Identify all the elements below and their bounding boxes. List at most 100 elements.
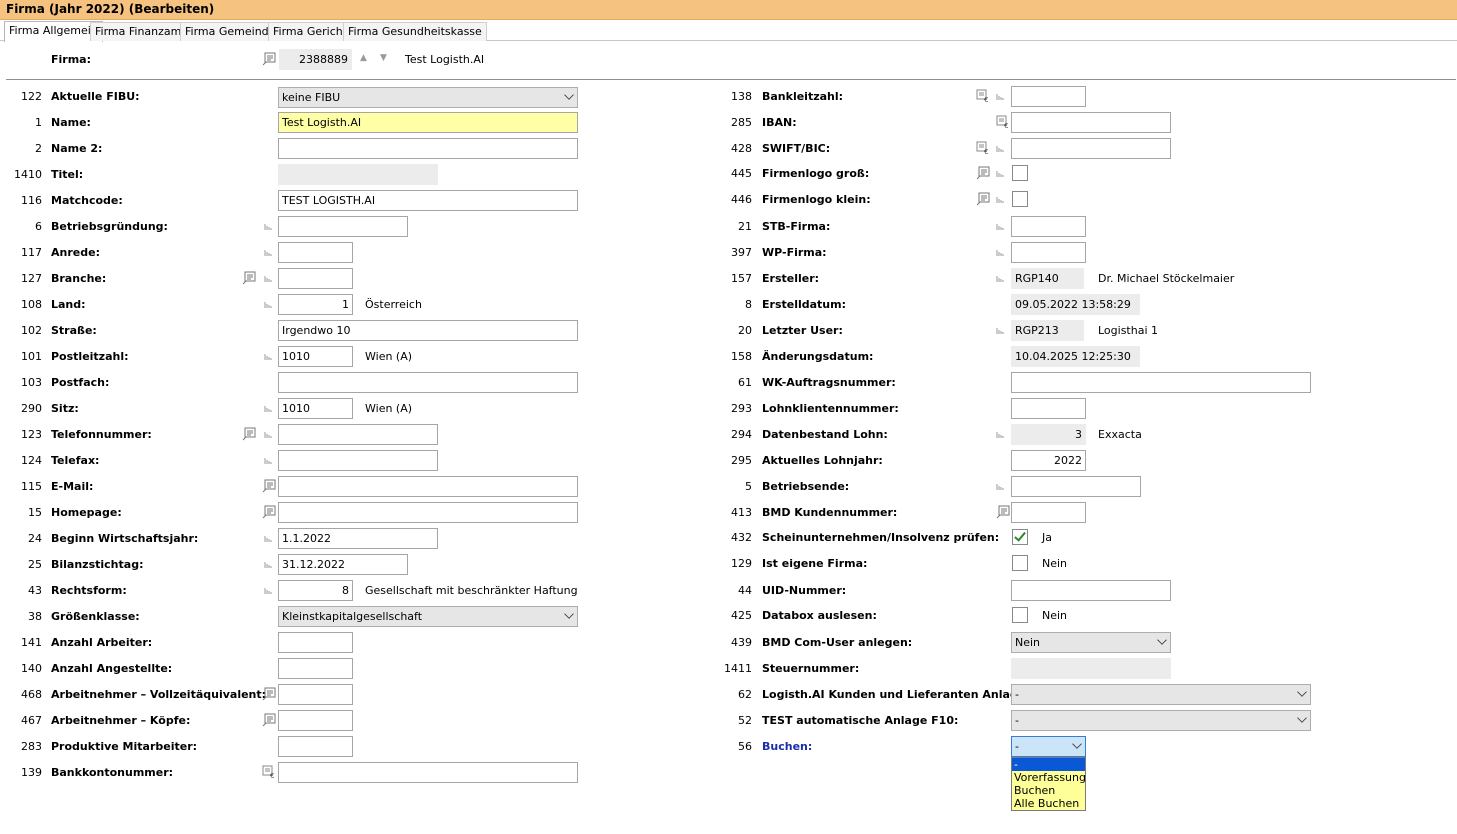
label-aktuelles-lohnjahr: Aktuelles Lohnjahr: — [762, 454, 883, 467]
bars-icon — [264, 405, 272, 413]
header-divider — [6, 79, 1456, 80]
anzahl-arbeiter-field[interactable] — [278, 632, 353, 653]
letzter-user-field[interactable]: RGP213 — [1011, 320, 1084, 341]
aktuelle-fibu-select[interactable]: keine FIBU — [278, 87, 578, 108]
field-number: 1410 — [14, 168, 42, 181]
kunden-lieferanten-anlage-value: - — [1015, 688, 1019, 701]
bank-euro-icon[interactable]: € — [996, 115, 1010, 129]
bankleitzahl-field[interactable] — [1011, 86, 1086, 107]
telefonnummer-field[interactable] — [278, 424, 438, 445]
homepage-field[interactable] — [278, 502, 578, 523]
field-number: 129 — [731, 557, 752, 570]
lookup-icon[interactable] — [996, 505, 1010, 519]
arbeitnehmer-vzae-field[interactable] — [278, 684, 353, 705]
bank-euro-icon[interactable]: € — [976, 141, 990, 155]
groessenklasse-select[interactable]: Kleinstkapitalgesellschaft — [278, 606, 578, 627]
databox-auslesen-checkbox[interactable] — [1012, 607, 1028, 623]
lookup-icon[interactable] — [262, 713, 276, 727]
scheinunternehmen-checkbox[interactable] — [1012, 529, 1028, 545]
field-number: 20 — [738, 324, 752, 337]
name-field[interactable]: Test Logisth.AI — [278, 112, 578, 133]
bmd-com-user-value: Nein — [1015, 636, 1041, 649]
dropdown-option[interactable]: Vorerfassung — [1012, 771, 1086, 784]
bars-icon — [996, 196, 1004, 204]
postfach-field[interactable] — [278, 372, 578, 393]
lookup-icon[interactable] — [262, 52, 276, 66]
firma-number-field[interactable]: 2388889 — [279, 49, 352, 70]
spin-up-icon[interactable]: ▲ — [360, 53, 367, 63]
letzter-user-description: Logisthai 1 — [1098, 324, 1159, 337]
ist-eigene-firma-checkbox[interactable] — [1012, 555, 1028, 571]
lookup-icon[interactable] — [262, 505, 276, 519]
lookup-icon[interactable] — [242, 271, 256, 285]
lohnklientennummer-field[interactable] — [1011, 398, 1086, 419]
dropdown-option[interactable]: Buchen — [1012, 784, 1085, 797]
land-field[interactable]: 1 — [278, 294, 353, 315]
label-postleitzahl: Postleitzahl: — [51, 350, 129, 363]
field-number: 295 — [731, 454, 752, 467]
lookup-icon[interactable] — [976, 166, 990, 180]
telefax-field[interactable] — [278, 450, 438, 471]
firmenlogo-gross-checkbox[interactable] — [1012, 165, 1028, 181]
iban-field[interactable] — [1011, 112, 1171, 133]
rechtsform-field[interactable]: 8 — [278, 580, 353, 601]
email-field[interactable] — [278, 476, 578, 497]
dropdown-option[interactable]: - — [1012, 758, 1085, 771]
bmd-com-user-select[interactable]: Nein — [1011, 632, 1171, 653]
bilanzstichtag-field[interactable]: 31.12.2022 — [278, 554, 408, 575]
kunden-lieferanten-anlage-select[interactable]: - — [1011, 684, 1311, 705]
anrede-field[interactable] — [278, 242, 353, 263]
name-2-field[interactable] — [278, 138, 578, 159]
bank-euro-icon[interactable]: € — [976, 89, 990, 103]
test-automatische-anlage-select[interactable]: - — [1011, 710, 1311, 731]
label-telefax: Telefax: — [51, 454, 100, 467]
buchen-select[interactable]: - — [1011, 736, 1086, 757]
wk-auftragsnummer-field[interactable] — [1011, 372, 1311, 393]
scheinunternehmen-description: Ja — [1042, 531, 1052, 544]
betriebsgruendung-field[interactable] — [278, 216, 408, 237]
firmenlogo-klein-checkbox[interactable] — [1012, 191, 1028, 207]
postleitzahl-field[interactable]: 1010 — [278, 346, 353, 367]
arbeitnehmer-koepfe-field[interactable] — [278, 710, 353, 731]
stb-firma-field[interactable] — [1011, 216, 1086, 237]
anzahl-angestellte-field[interactable] — [278, 658, 353, 679]
aenderungsdatum-field[interactable]: 10.04.2025 12:25:30 — [1011, 346, 1140, 367]
field-number: 432 — [731, 531, 752, 544]
svg-text:€: € — [1004, 122, 1008, 129]
swift-bic-field[interactable] — [1011, 138, 1171, 159]
field-number: 6 — [35, 220, 42, 233]
tab-firma-gericht[interactable]: Firma Gericht — [268, 22, 353, 41]
produktive-mitarbeiter-field[interactable] — [278, 736, 353, 757]
branche-field[interactable] — [278, 268, 353, 289]
lookup-icon[interactable] — [242, 427, 256, 441]
beginn-wirtschaftsjahr-field[interactable]: 1.1.2022 — [278, 528, 438, 549]
uid-nummer-field[interactable] — [1011, 580, 1171, 601]
tab-firma-gesundheitskasse[interactable]: Firma Gesundheitskasse — [343, 22, 487, 41]
ersteller-field[interactable]: RGP140 — [1011, 268, 1084, 289]
betriebsende-field[interactable] — [1011, 476, 1141, 497]
bankkontonummer-field[interactable] — [278, 762, 578, 783]
tab-firma-finanzamt[interactable]: Firma Finanzamt — [90, 22, 191, 41]
lookup-icon[interactable] — [262, 687, 276, 701]
label-wp-firma: WP-Firma: — [762, 246, 827, 259]
tab-firma-allgemein[interactable]: Firma Allgemein — [4, 21, 103, 42]
lookup-icon[interactable] — [262, 479, 276, 493]
dropdown-option[interactable]: Alle Buchen — [1012, 797, 1085, 810]
bmd-kundennummer-field[interactable] — [1011, 502, 1086, 523]
label-betriebsende: Betriebsende: — [762, 480, 850, 493]
tab-firma-gemeinde[interactable]: Firma Gemeinde — [180, 22, 281, 41]
lookup-icon[interactable] — [976, 192, 990, 206]
sitz-field[interactable]: 1010 — [278, 398, 353, 419]
datenbestand-lohn-field[interactable]: 3 — [1011, 424, 1086, 445]
spin-down-icon[interactable]: ▼ — [380, 53, 387, 63]
titel-field[interactable] — [278, 164, 438, 185]
chevron-down-icon — [1072, 739, 1082, 749]
matchcode-field[interactable]: TEST LOGISTH.AI — [278, 190, 578, 211]
steuernummer-field[interactable] — [1011, 658, 1171, 679]
chevron-down-icon — [564, 609, 574, 619]
wp-firma-field[interactable] — [1011, 242, 1086, 263]
erstelldatum-field[interactable]: 09.05.2022 13:58:29 — [1011, 294, 1140, 315]
bank-euro-icon[interactable]: € — [262, 765, 276, 779]
strasse-field[interactable]: Irgendwo 10 — [278, 320, 578, 341]
aktuelles-lohnjahr-field[interactable]: 2022 — [1011, 450, 1086, 471]
